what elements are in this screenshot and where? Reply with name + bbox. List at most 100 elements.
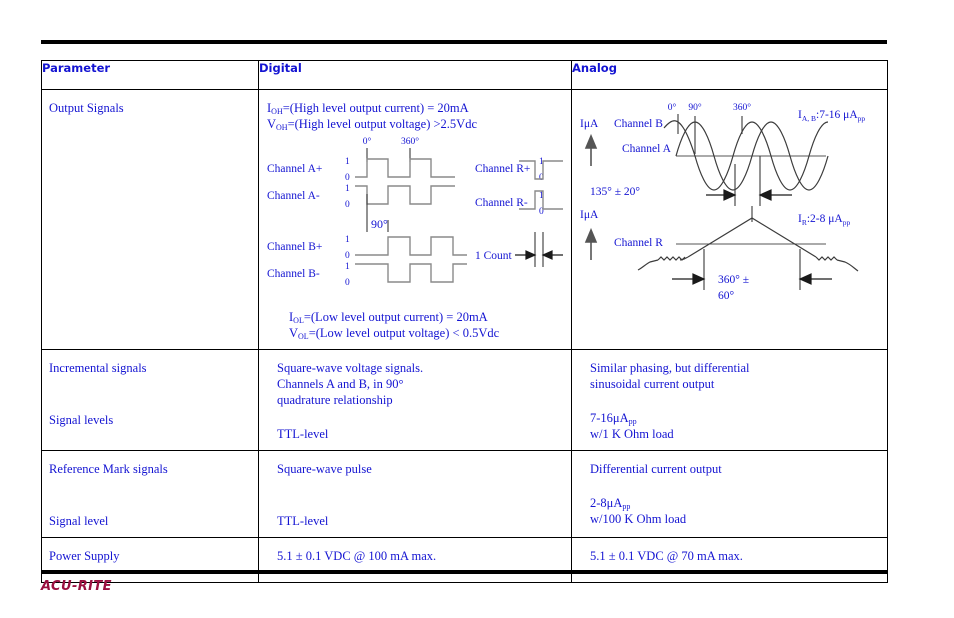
label-channel-a-plus: Channel A+ — [267, 163, 322, 175]
iol-text: =(Low level output current) = 20mA — [303, 310, 488, 324]
header-parameter: Parameter — [41, 60, 259, 90]
b-minus-high: 1 — [345, 262, 350, 272]
b-plus-low: 0 — [345, 251, 350, 261]
digital-vol-line: VOL=(Low level output voltage) < 0.5Vdc — [267, 325, 563, 341]
count-arrow-left-head — [525, 250, 537, 260]
analog-label-360deg: 360° — [733, 102, 751, 113]
analog-refmark-amplitude: 2-8μApp — [590, 495, 879, 511]
label-reference-mark-signals: Reference Mark signals — [49, 462, 168, 476]
a-plus-high: 1 — [345, 157, 350, 167]
analog-axis-label-top: IμA — [580, 118, 599, 130]
cell-parameter-reference-mark: Reference Mark signals Signal level — [41, 450, 259, 538]
digital-waveform-diagram: 0° 360° Channel A+ 1 0 Channel A- 1 0 90… — [267, 132, 563, 307]
amp-ab-subscript: A, B — [802, 114, 816, 123]
cell-analog-incremental: Similar phasing, but differential sinuso… — [571, 349, 888, 451]
cell-analog-output-signals: 0° 90° 360° IA, B:7-16 μApp IμA Channel … — [571, 89, 888, 350]
specifications-table: Parameter Digital Analog Output Signals … — [41, 60, 888, 583]
spacer-incremental — [49, 376, 250, 394]
table-header-row: Parameter Digital Analog — [41, 60, 888, 90]
header-analog: Analog — [571, 60, 888, 90]
analog-amp-ab: IA, B:7-16 μApp — [798, 109, 865, 123]
waveform-channel-b-plus — [355, 236, 467, 256]
label-one-count: 1 Count — [475, 250, 513, 262]
analog-signal-level-amplitude: 7-16μApp — [590, 410, 879, 426]
a-minus-low: 0 — [345, 200, 350, 210]
analog-axis-arrow-bottom-head — [584, 227, 598, 243]
phase-arrow-right-head — [758, 189, 772, 201]
digital-label-0deg: 0° — [363, 136, 372, 147]
vol-subscript: OL — [298, 332, 309, 341]
voh-subscript: OH — [276, 123, 288, 132]
vol-text: =(Low level output voltage) < 0.5Vdc — [308, 326, 500, 340]
cell-parameter-incremental: Incremental signals Signal levels — [41, 349, 259, 451]
b-minus-low: 0 — [345, 278, 350, 288]
analog-waveform-diagram: 0° 90° 360° IA, B:7-16 μApp IμA Channel … — [580, 94, 879, 319]
a-plus-low: 0 — [345, 173, 350, 183]
label-analog-channel-a: Channel A — [622, 143, 672, 155]
label-signal-level: Signal level — [49, 514, 109, 528]
label-channel-b-minus: Channel B- — [267, 268, 320, 280]
spacer-analog-refmark — [590, 477, 879, 495]
ref-width-label-line1: 360° ± — [718, 274, 749, 286]
table-row-incremental-signals: Incremental signals Signal levels Square… — [41, 349, 888, 451]
analog-ref-tail-right — [836, 259, 859, 272]
b-plus-high: 1 — [345, 235, 350, 245]
analog-refmark-description: Differential current output — [590, 462, 722, 476]
phase-arrow-left-head — [723, 189, 737, 201]
ref-width-arrow-right-head — [798, 273, 812, 285]
digital-iol-line: IOL=(Low level output current) = 20mA — [267, 309, 563, 325]
waveform-channel-a-plus — [355, 158, 455, 178]
spacer-digital-refmark-2 — [277, 495, 563, 513]
cell-analog-reference-mark: Differential current output 2-8μApp w/10… — [571, 450, 888, 538]
label-signal-levels: Signal levels — [49, 413, 114, 427]
header-digital: Digital — [258, 60, 572, 90]
digital-incremental-line1: Square-wave voltage signals. — [277, 361, 424, 375]
table-row-output-signals: Output Signals IOH=(High level output cu… — [41, 89, 888, 350]
digital-voh-line: VOH=(High level output voltage) >2.5Vdc — [267, 116, 563, 132]
analog-power-supply-value: 5.1 ± 0.1 VDC @ 70 mA max. — [590, 549, 743, 563]
analog-label-0deg: 0° — [668, 102, 677, 113]
spacer-digital-incremental — [277, 408, 563, 426]
spacer-refmark-2 — [49, 495, 250, 513]
digital-refmark-level: TTL-level — [277, 514, 329, 528]
digital-ioh-line: IOH=(High level output current) = 20mA — [267, 100, 563, 116]
digital-signal-level-value: TTL-level — [277, 427, 329, 441]
count-arrow-right-head — [541, 250, 553, 260]
ioh-text: =(High level output current) = 20mA — [282, 101, 469, 115]
label-output-signals: Output Signals — [49, 101, 124, 115]
label-channel-r-minus: Channel R- — [475, 197, 528, 209]
analog-signal-level-load: w/1 K Ohm load — [590, 427, 674, 441]
cell-digital-output-signals: IOH=(High level output current) = 20mA V… — [258, 89, 572, 350]
analog-refmark-amp-value: 2-8μA — [590, 496, 623, 510]
label-channel-b-plus: Channel B+ — [267, 241, 322, 253]
ref-width-arrow-left-head — [692, 273, 706, 285]
table-row-power-supply: Power Supply 5.1 ± 0.1 VDC @ 100 mA max.… — [41, 537, 888, 583]
waveform-channel-b-minus — [355, 263, 467, 283]
spacer-digital-refmark — [277, 477, 563, 495]
spacer-incremental-2 — [49, 394, 250, 412]
document-page: Parameter Digital Analog Output Signals … — [0, 0, 954, 618]
analog-phase-note: 135° ± 20° — [590, 186, 640, 198]
label-analog-channel-r: Channel R — [614, 237, 663, 249]
label-analog-channel-b: Channel B — [614, 118, 663, 130]
digital-incremental-line2: Channels A and B, in 90° — [277, 377, 404, 391]
label-channel-r-plus: Channel R+ — [475, 163, 530, 175]
bottom-horizontal-rule — [41, 570, 887, 574]
digital-label-360deg: 360° — [401, 136, 419, 147]
analog-ref-noise-right — [815, 256, 838, 261]
label-channel-a-minus: Channel A- — [267, 190, 320, 202]
analog-axis-label-bottom: IμA — [580, 209, 599, 221]
top-horizontal-rule — [41, 40, 887, 44]
label-power-supply: Power Supply — [49, 549, 120, 563]
analog-amp-subscript: pp — [628, 417, 637, 426]
analog-ref-triangle — [687, 217, 817, 258]
analog-incremental-line2: sinusoidal current output — [590, 377, 715, 391]
amp-ab-value: :7-16 μA — [816, 109, 858, 121]
a-minus-high: 1 — [345, 184, 350, 194]
label-incremental-signals: Incremental signals — [49, 361, 147, 375]
cell-analog-power-supply: 5.1 ± 0.1 VDC @ 70 mA max. — [571, 537, 888, 583]
analog-ref-tail-left-lead — [637, 259, 659, 271]
analog-amp-r: IR:2-8 μApp — [798, 213, 850, 227]
cell-digital-incremental: Square-wave voltage signals. Channels A … — [258, 349, 572, 451]
cell-digital-reference-mark: Square-wave pulse TTL-level — [258, 450, 572, 538]
